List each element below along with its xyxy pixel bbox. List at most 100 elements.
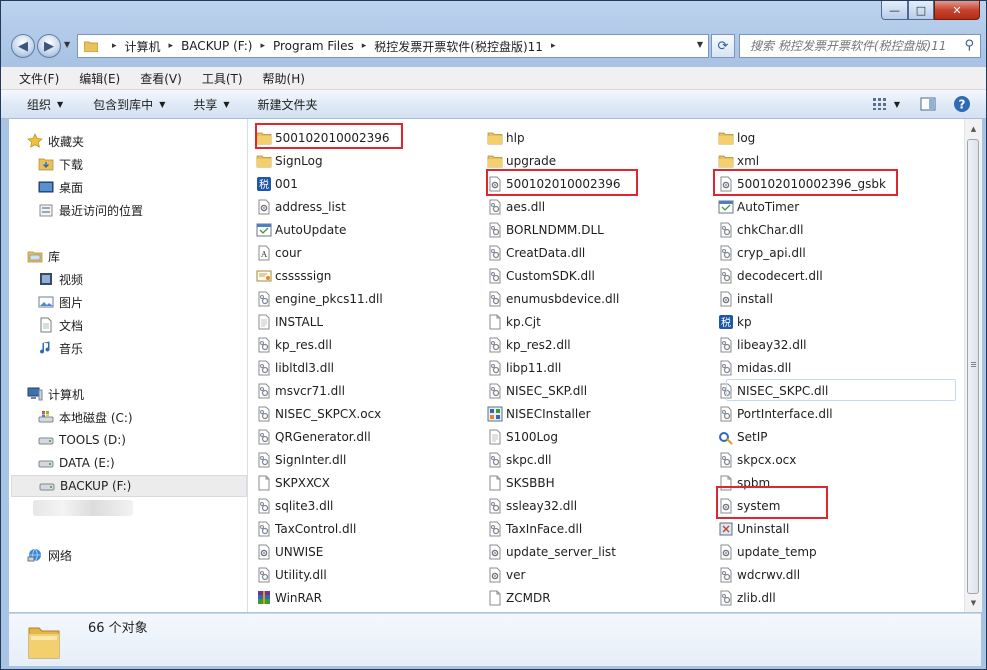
file-item[interactable]: BORLNDMM.DLL (487, 219, 604, 240)
file-item[interactable]: aes.dll (487, 196, 545, 217)
file-item[interactable]: skpcx.ocx (718, 449, 796, 470)
view-dropdown-icon[interactable]: ▼ (894, 100, 900, 109)
search-input[interactable] (748, 38, 962, 54)
scroll-down-icon[interactable]: ▼ (966, 594, 981, 611)
file-item[interactable]: decodecert.dll (718, 265, 823, 286)
menu-tools[interactable]: 工具(T) (192, 70, 253, 87)
preview-pane-button[interactable] (918, 94, 938, 114)
breadcrumb-separator-icon[interactable]: ▸ (260, 41, 265, 51)
file-item[interactable]: SignInter.dll (256, 449, 346, 470)
file-item[interactable]: ssleay32.dll (487, 495, 577, 516)
sidebar-item-drive-f[interactable]: BACKUP (F:) (11, 475, 247, 497)
file-item[interactable]: engine_pkcs11.dll (256, 288, 383, 309)
sidebar-item-drive-c[interactable]: 本地磁盘 (C:) (38, 406, 247, 428)
file-item[interactable]: SignLog (256, 150, 323, 171)
close-button[interactable]: ✕ (934, 1, 980, 20)
file-item[interactable]: libltdl3.dll (256, 357, 334, 378)
sidebar-item-downloads[interactable]: 下载 (38, 153, 247, 175)
sidebar-item-drive-e[interactable]: DATA (E:) (38, 452, 247, 474)
menu-help[interactable]: 帮助(H) (253, 70, 315, 87)
breadcrumb-separator-icon[interactable]: ▸ (551, 41, 556, 51)
address-bar[interactable]: ▸ 计算机 ▸ BACKUP (F:) ▸ Program Files ▸ 税控… (77, 34, 709, 58)
file-item[interactable]: wdcrwv.dll (718, 564, 800, 585)
file-item[interactable]: PortInterface.dll (718, 403, 833, 424)
file-item[interactable]: Utility.dll (256, 564, 327, 585)
file-item[interactable]: TaxInFace.dll (487, 518, 582, 539)
file-item[interactable]: kp_res.dll (256, 334, 332, 355)
menu-file[interactable]: 文件(F) (9, 70, 69, 87)
file-item[interactable]: NISECInstaller (487, 403, 591, 424)
sidebar-item-videos[interactable]: 视频 (38, 268, 247, 290)
breadcrumb-computer[interactable]: 计算机 (125, 38, 161, 55)
sidebar-item-network[interactable]: 网络 (27, 544, 247, 566)
file-item[interactable]: TaxControl.dll (256, 518, 356, 539)
file-item[interactable]: update_temp (718, 541, 817, 562)
file-item[interactable]: SKSBBH (487, 472, 555, 493)
file-item[interactable]: cryp_api.dll (718, 242, 806, 263)
file-item[interactable]: QRGenerator.dll (256, 426, 371, 447)
file-item[interactable]: csssssign (256, 265, 331, 286)
file-item[interactable]: update_server_list (487, 541, 616, 562)
scroll-thumb[interactable] (967, 139, 979, 594)
sidebar-item-music[interactable]: 音乐 (38, 337, 247, 359)
file-item[interactable]: 税 kp (718, 311, 752, 332)
file-item[interactable]: skpc.dll (487, 449, 552, 470)
sidebar-item-drive-d[interactable]: TOOLS (D:) (38, 429, 247, 451)
sidebar-item-recent[interactable]: 最近访问的位置 (38, 199, 247, 221)
search-box[interactable]: ⚲ (739, 34, 981, 58)
file-item[interactable]: SKPXXCX (256, 472, 330, 493)
recent-pages-dropdown[interactable]: ▼ (64, 40, 70, 49)
back-button[interactable]: ◀ (11, 34, 35, 58)
file-item[interactable]: INSTALL (256, 311, 323, 332)
file-item[interactable]: kp.Cjt (487, 311, 541, 332)
breadcrumb-separator-icon[interactable]: ▸ (362, 41, 367, 51)
file-item[interactable]: hlp (487, 127, 525, 148)
file-item[interactable]: sqlite3.dll (256, 495, 333, 516)
new-folder-button[interactable]: 新建文件夹 (248, 96, 330, 113)
file-item[interactable]: ZCMDR (487, 587, 551, 608)
file-item[interactable]: address_list (256, 196, 346, 217)
forward-button[interactable]: ▶ (37, 34, 61, 58)
maximize-button[interactable]: □ (908, 1, 934, 20)
file-item[interactable]: libp11.dll (487, 357, 561, 378)
menu-view[interactable]: 查看(V) (130, 70, 192, 87)
sidebar-item-computer[interactable]: 计算机 (27, 383, 247, 405)
file-item[interactable]: SetIP (718, 426, 767, 447)
sidebar-item-documents[interactable]: 文档 (38, 314, 247, 336)
scroll-up-icon[interactable]: ▲ (966, 120, 981, 137)
breadcrumb-separator-icon[interactable]: ▸ (112, 41, 117, 51)
include-in-library-button[interactable]: 包含到库中 ▼ (83, 96, 177, 113)
organize-button[interactable]: 组织 ▼ (17, 96, 75, 113)
sidebar-item-favorites[interactable]: 收藏夹 (27, 130, 247, 152)
file-item[interactable]: CustomSDK.dll (487, 265, 595, 286)
file-item[interactable]: log (718, 127, 755, 148)
file-item[interactable]: AutoTimer (718, 196, 799, 217)
file-item[interactable]: Uninstall (718, 518, 789, 539)
minimize-button[interactable]: — (881, 1, 908, 20)
file-item[interactable]: Acour (256, 242, 301, 263)
sidebar-item-libraries[interactable]: 库 (27, 245, 247, 267)
file-item[interactable]: UNWISE (256, 541, 323, 562)
help-button[interactable]: ? (952, 94, 972, 114)
file-item[interactable]: install (718, 288, 773, 309)
file-item[interactable]: 税 001 (256, 173, 298, 194)
sidebar-item-pictures[interactable]: 图片 (38, 291, 247, 313)
refresh-button[interactable]: ⟳ (711, 34, 735, 58)
file-item[interactable]: NISEC_SKP.dll (487, 380, 587, 401)
breadcrumb-program-files[interactable]: Program Files (273, 39, 354, 53)
sidebar-item-desktop[interactable]: 桌面 (38, 176, 247, 198)
file-item[interactable]: zlib.dll (718, 587, 776, 608)
file-item[interactable]: enumusbdevice.dll (487, 288, 619, 309)
file-item[interactable]: CreatData.dll (487, 242, 585, 263)
breadcrumb-current-folder[interactable]: 税控发票开票软件(税控盘版)11 (374, 38, 543, 55)
search-icon[interactable]: ⚲ (964, 38, 974, 53)
file-item[interactable]: AutoUpdate (256, 219, 346, 240)
file-item[interactable]: ver (487, 564, 525, 585)
share-button[interactable]: 共享 ▼ (183, 96, 241, 113)
file-item[interactable]: NISEC_SKPCX.ocx (256, 403, 381, 424)
file-item[interactable]: WinRAR (256, 587, 322, 608)
menu-edit[interactable]: 编辑(E) (69, 70, 130, 87)
file-item[interactable]: S100Log (487, 426, 558, 447)
file-item[interactable]: upgrade (487, 150, 556, 171)
file-item[interactable]: xml (718, 150, 759, 171)
